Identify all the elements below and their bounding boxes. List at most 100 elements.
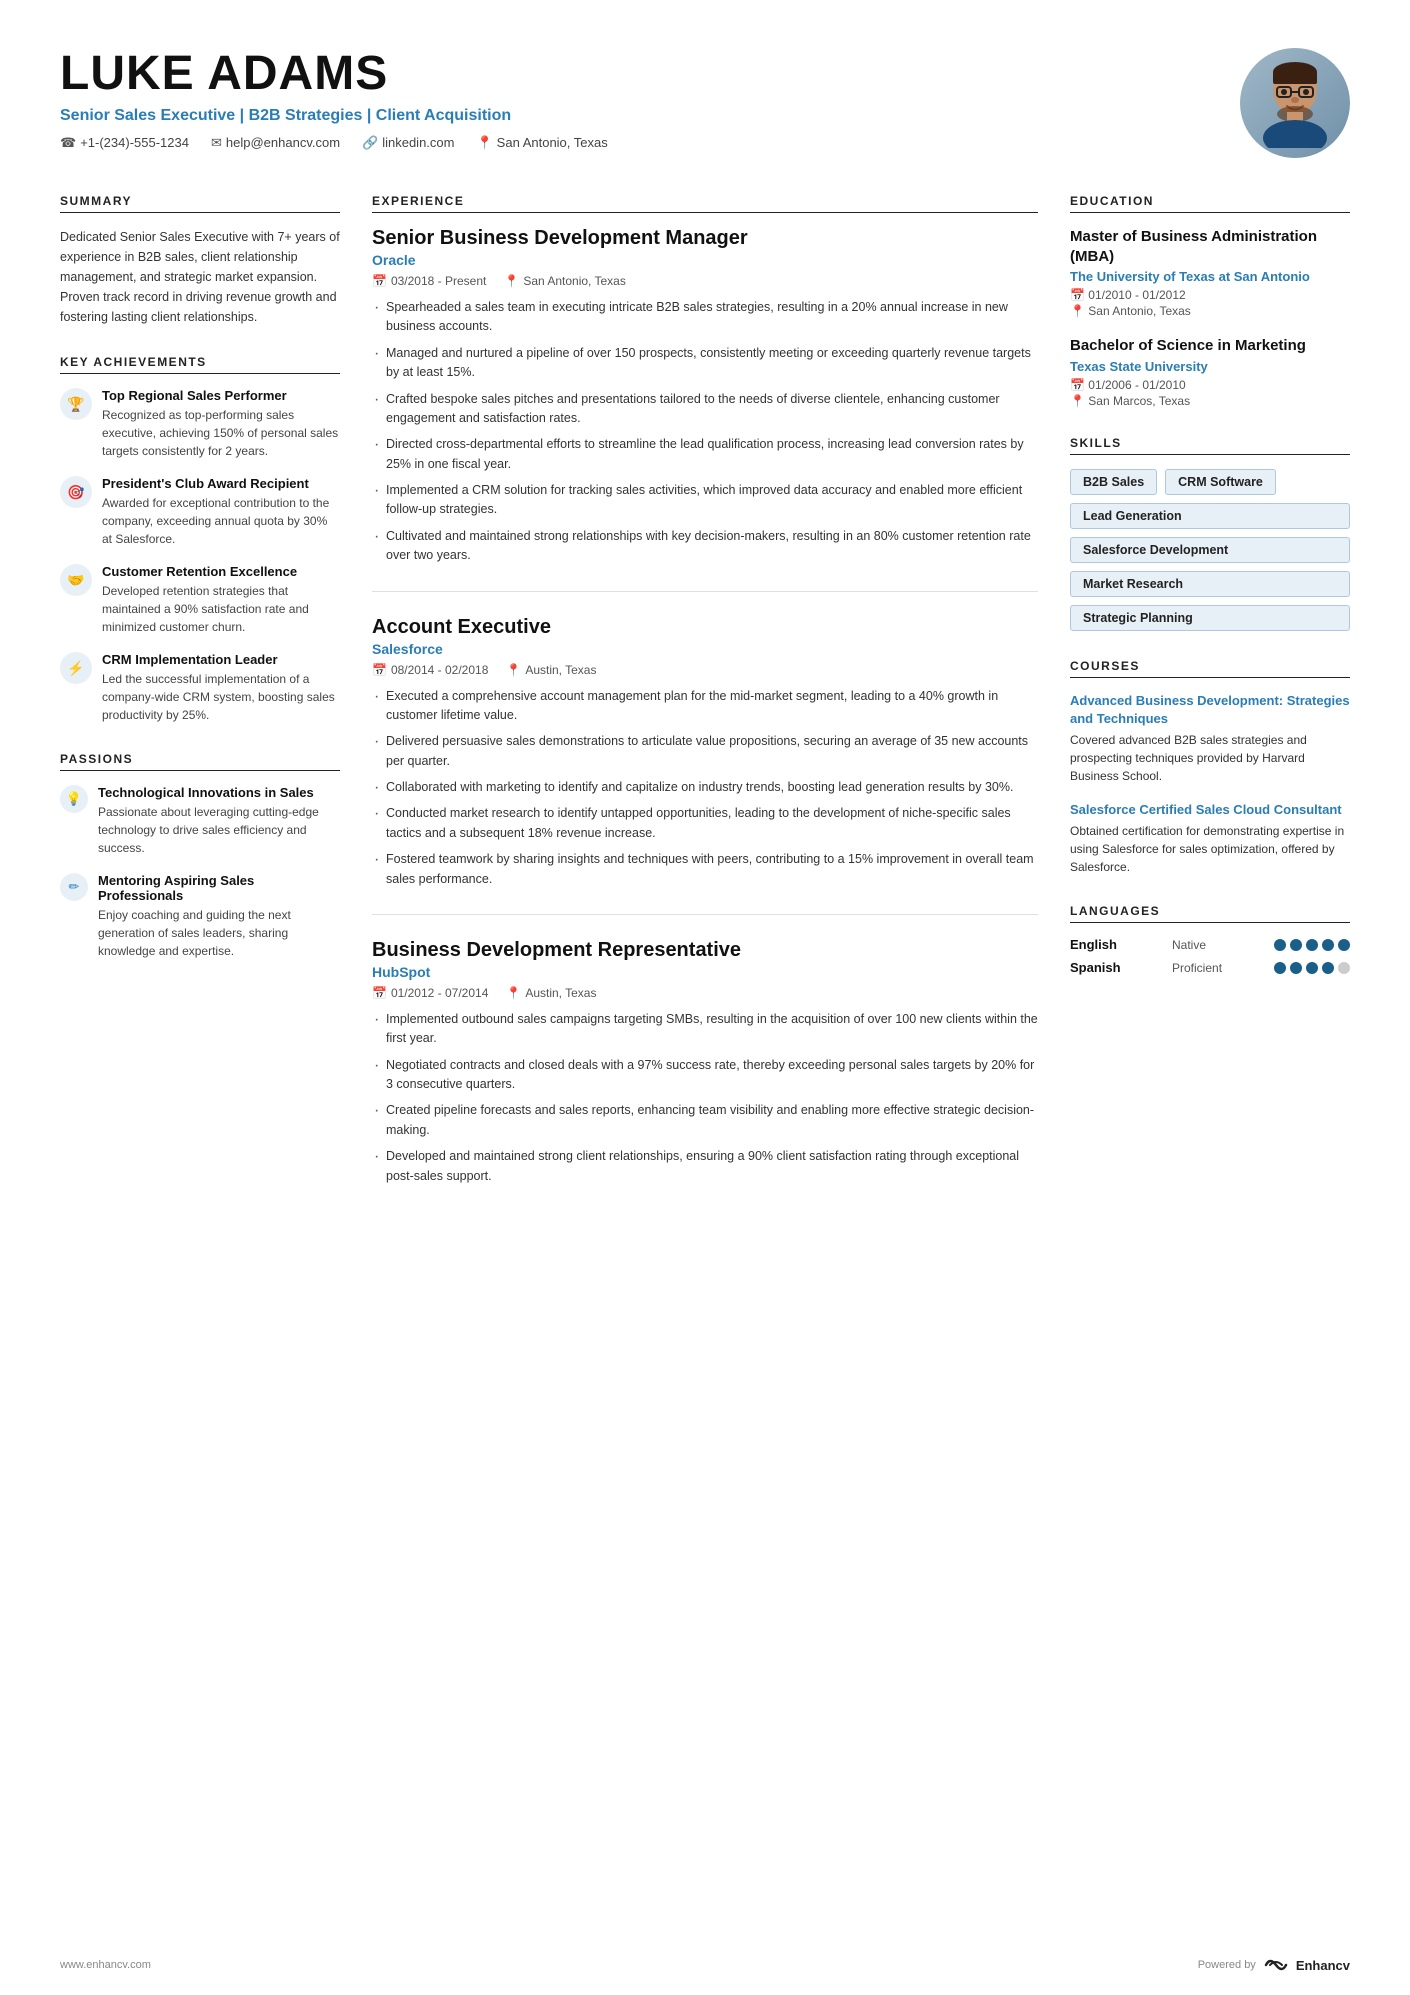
job-2-title: Account Executive bbox=[372, 616, 1038, 639]
dot bbox=[1306, 962, 1318, 974]
achievement-2-desc: Awarded for exceptional contribution to … bbox=[102, 494, 340, 548]
bullet: Directed cross-departmental efforts to s… bbox=[372, 435, 1038, 474]
edu-1-school: The University of Texas at San Antonio bbox=[1070, 269, 1350, 284]
dot bbox=[1290, 939, 1302, 951]
linkedin-icon: 🔗 bbox=[362, 135, 378, 151]
dot-empty bbox=[1338, 962, 1350, 974]
achievement-1-desc: Recognized as top-performing sales execu… bbox=[102, 406, 340, 460]
linkedin-text: linkedin.com bbox=[382, 135, 454, 150]
bullet: Collaborated with marketing to identify … bbox=[372, 778, 1038, 797]
dot bbox=[1290, 962, 1302, 974]
bullet: Fostered teamwork by sharing insights an… bbox=[372, 850, 1038, 889]
edu-2-meta: 📅 01/2006 - 01/2010 📍 San Marcos, Texas bbox=[1070, 378, 1350, 408]
dot bbox=[1322, 939, 1334, 951]
brand-name: Enhancv bbox=[1296, 1958, 1350, 1973]
course-2: Salesforce Certified Sales Cloud Consult… bbox=[1070, 801, 1350, 876]
course-2-title: Salesforce Certified Sales Cloud Consult… bbox=[1070, 801, 1350, 819]
target-icon: 🎯 bbox=[60, 476, 92, 508]
summary-section: SUMMARY Dedicated Senior Sales Executive… bbox=[60, 194, 340, 327]
education-title: EDUCATION bbox=[1070, 194, 1350, 213]
passions-title: PASSIONS bbox=[60, 752, 340, 771]
lang-spanish: Spanish Proficient bbox=[1070, 960, 1350, 975]
bullet: Delivered persuasive sales demonstration… bbox=[372, 732, 1038, 771]
calendar-icon: 📅 bbox=[372, 274, 387, 288]
achievement-1-title: Top Regional Sales Performer bbox=[102, 388, 340, 403]
job-3-location: Austin, Texas bbox=[525, 986, 596, 1000]
job-2-company: Salesforce bbox=[372, 641, 1038, 657]
enhancv-icon bbox=[1262, 1955, 1290, 1975]
phone-icon: ☎ bbox=[60, 135, 76, 151]
job-1-meta: 📅 03/2018 - Present 📍 San Antonio, Texas bbox=[372, 274, 1038, 288]
job-1-location: San Antonio, Texas bbox=[523, 274, 626, 288]
achievement-4-title: CRM Implementation Leader bbox=[102, 652, 340, 667]
job-3-date: 01/2012 - 07/2014 bbox=[391, 986, 488, 1000]
summary-text: Dedicated Senior Sales Executive with 7+… bbox=[60, 227, 340, 327]
contact-location: 📍 San Antonio, Texas bbox=[476, 135, 607, 151]
location-icon: 📍 bbox=[476, 135, 492, 151]
footer: www.enhancv.com Powered by Enhancv bbox=[60, 1955, 1350, 1975]
header-left: LUKE ADAMS Senior Sales Executive | B2B … bbox=[60, 48, 608, 151]
trophy-icon: 🏆 bbox=[60, 388, 92, 420]
bullet: Crafted bespoke sales pitches and presen… bbox=[372, 390, 1038, 429]
achievement-4-desc: Led the successful implementation of a c… bbox=[102, 670, 340, 724]
lang-english-name: English bbox=[1070, 937, 1140, 952]
job-3-company: HubSpot bbox=[372, 964, 1038, 980]
pin-icon: 📍 bbox=[504, 274, 519, 288]
job-2-date: 08/2014 - 02/2018 bbox=[391, 663, 488, 677]
lang-spanish-level: Proficient bbox=[1172, 961, 1242, 975]
dot bbox=[1274, 962, 1286, 974]
footer-website: www.enhancv.com bbox=[60, 1959, 151, 1971]
phone-text: +1-(234)-555-1234 bbox=[80, 135, 189, 150]
education-section: EDUCATION Master of Business Administrat… bbox=[1070, 194, 1350, 408]
skill-strategic: Strategic Planning bbox=[1070, 605, 1350, 631]
achievement-2: 🎯 President's Club Award Recipient Award… bbox=[60, 476, 340, 548]
job-2: Account Executive Salesforce 📅 08/2014 -… bbox=[372, 616, 1038, 915]
bullet: Conducted market research to identify un… bbox=[372, 804, 1038, 843]
email-text: help@enhancv.com bbox=[226, 135, 340, 150]
job-3-title: Business Development Representative bbox=[372, 939, 1038, 962]
candidate-title: Senior Sales Executive | B2B Strategies … bbox=[60, 107, 608, 125]
edu-1-degree: Master of Business Administration (MBA) bbox=[1070, 227, 1350, 266]
bullet: Managed and nurtured a pipeline of over … bbox=[372, 344, 1038, 383]
right-column: EDUCATION Master of Business Administrat… bbox=[1070, 194, 1350, 1235]
calendar-icon: 📅 bbox=[372, 663, 387, 677]
middle-column: EXPERIENCE Senior Business Development M… bbox=[372, 194, 1038, 1235]
bullet: Created pipeline forecasts and sales rep… bbox=[372, 1101, 1038, 1140]
contact-phone: ☎ +1-(234)-555-1234 bbox=[60, 135, 189, 151]
job-1: Senior Business Development Manager Orac… bbox=[372, 227, 1038, 592]
lightbulb-icon: 💡 bbox=[60, 785, 88, 813]
passion-1: 💡 Technological Innovations in Sales Pas… bbox=[60, 785, 340, 857]
lang-spanish-name: Spanish bbox=[1070, 960, 1140, 975]
skills-grid: B2B Sales CRM Software Lead Generation S… bbox=[1070, 469, 1350, 631]
achievement-1: 🏆 Top Regional Sales Performer Recognize… bbox=[60, 388, 340, 460]
lang-english: English Native bbox=[1070, 937, 1350, 952]
pin-icon: 📍 bbox=[506, 986, 521, 1000]
job-2-location: Austin, Texas bbox=[525, 663, 596, 677]
experience-title: EXPERIENCE bbox=[372, 194, 1038, 213]
course-1-desc: Covered advanced B2B sales strategies an… bbox=[1070, 731, 1350, 785]
bullet: Implemented outbound sales campaigns tar… bbox=[372, 1010, 1038, 1049]
candidate-name: LUKE ADAMS bbox=[60, 48, 608, 101]
languages-section: LANGUAGES English Native Spanish Profici… bbox=[1070, 904, 1350, 975]
passion-1-title: Technological Innovations in Sales bbox=[98, 785, 340, 800]
skill-crm: CRM Software bbox=[1165, 469, 1276, 495]
passion-2-desc: Enjoy coaching and guiding the next gene… bbox=[98, 906, 340, 960]
achievement-4: ⚡ CRM Implementation Leader Led the succ… bbox=[60, 652, 340, 724]
job-2-bullets: Executed a comprehensive account managem… bbox=[372, 687, 1038, 889]
location-text: San Antonio, Texas bbox=[497, 135, 608, 150]
contact-line: ☎ +1-(234)-555-1234 ✉ help@enhancv.com 🔗… bbox=[60, 135, 608, 151]
job-1-title: Senior Business Development Manager bbox=[372, 227, 1038, 250]
lang-english-level: Native bbox=[1172, 938, 1242, 952]
bullet: Cultivated and maintained strong relatio… bbox=[372, 527, 1038, 566]
pencil-icon: ✏ bbox=[60, 873, 88, 901]
left-column: SUMMARY Dedicated Senior Sales Executive… bbox=[60, 194, 340, 1235]
job-1-bullets: Spearheaded a sales team in executing in… bbox=[372, 298, 1038, 566]
lang-spanish-dots bbox=[1274, 962, 1350, 974]
courses-title: COURSES bbox=[1070, 659, 1350, 678]
skill-leadgen: Lead Generation bbox=[1070, 503, 1350, 529]
calendar-icon: 📅 bbox=[372, 986, 387, 1000]
passions-section: PASSIONS 💡 Technological Innovations in … bbox=[60, 752, 340, 960]
contact-email: ✉ help@enhancv.com bbox=[211, 135, 340, 151]
dot bbox=[1322, 962, 1334, 974]
contact-linkedin: 🔗 linkedin.com bbox=[362, 135, 454, 151]
